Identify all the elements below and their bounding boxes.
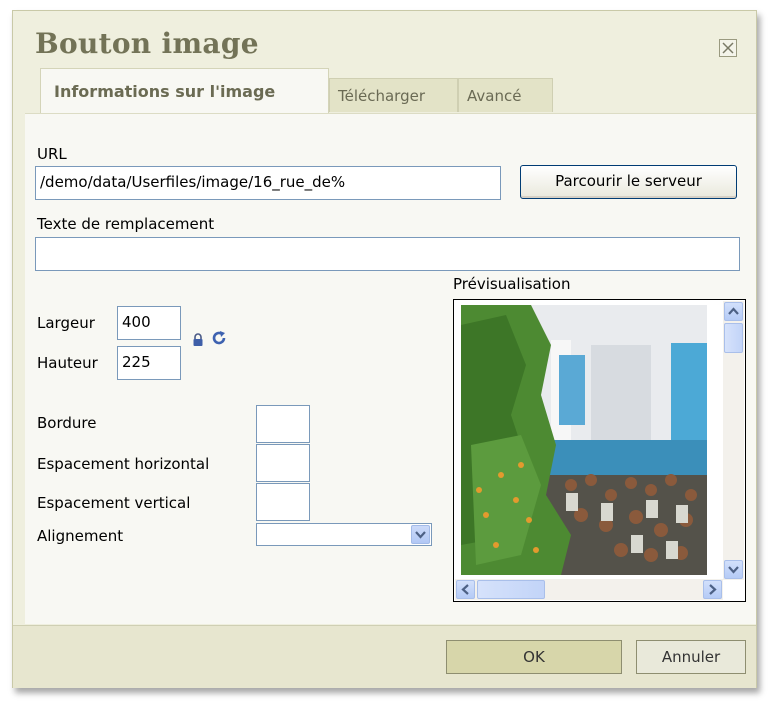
width-label: Largeur [37, 314, 95, 332]
preview-image [461, 305, 707, 575]
align-select[interactable] [256, 523, 432, 546]
close-icon[interactable] [719, 39, 737, 57]
browse-server-button[interactable]: Parcourir le serveur [520, 165, 737, 199]
border-input[interactable] [256, 405, 310, 443]
vertical-scroll-thumb[interactable] [724, 323, 743, 353]
tab-upload[interactable]: Télécharger [329, 78, 458, 112]
url-input[interactable]: /demo/data/Userfiles/image/16_rue_de% [35, 166, 501, 200]
hspace-label: Espacement horizontal [37, 455, 210, 473]
scroll-right-icon[interactable] [703, 580, 722, 599]
dialog-title: Bouton image [35, 27, 259, 60]
preview-vertical-scrollbar[interactable] [723, 301, 744, 580]
preview-frame [453, 299, 746, 602]
reset-size-icon[interactable] [211, 330, 227, 346]
hspace-input[interactable] [256, 444, 310, 482]
alt-text-label: Texte de remplacement [37, 215, 215, 233]
height-input[interactable]: 225 [117, 346, 181, 380]
width-input[interactable]: 400 [117, 306, 181, 340]
tab-advanced[interactable]: Avancé [458, 78, 553, 112]
align-label: Alignement [37, 527, 124, 545]
tab-label: Informations sur l'image [54, 82, 276, 101]
image-button-dialog: Bouton image Informations sur l'image Té… [12, 10, 757, 688]
horizontal-scroll-thumb[interactable] [477, 580, 545, 599]
vspace-input[interactable] [256, 483, 310, 521]
vspace-label: Espacement vertical [37, 494, 191, 512]
ok-button[interactable]: OK [446, 640, 622, 674]
scroll-left-icon[interactable] [456, 580, 475, 599]
preview-horizontal-scrollbar[interactable] [455, 579, 723, 600]
scroll-up-icon[interactable] [724, 302, 743, 321]
tab-image-info[interactable]: Informations sur l'image [40, 68, 329, 114]
tab-label: Télécharger [338, 87, 426, 105]
border-label: Bordure [37, 414, 97, 432]
url-label: URL [37, 145, 67, 163]
tab-label: Avancé [467, 87, 522, 105]
cancel-button[interactable]: Annuler [636, 640, 746, 674]
dialog-footer: OK Annuler [13, 625, 756, 688]
chevron-down-icon[interactable] [411, 525, 430, 544]
lock-icon[interactable] [192, 332, 204, 346]
preview-label: Prévisualisation [453, 275, 571, 293]
height-label: Hauteur [37, 354, 98, 372]
scroll-down-icon[interactable] [724, 560, 743, 579]
alt-text-input[interactable] [35, 237, 740, 271]
